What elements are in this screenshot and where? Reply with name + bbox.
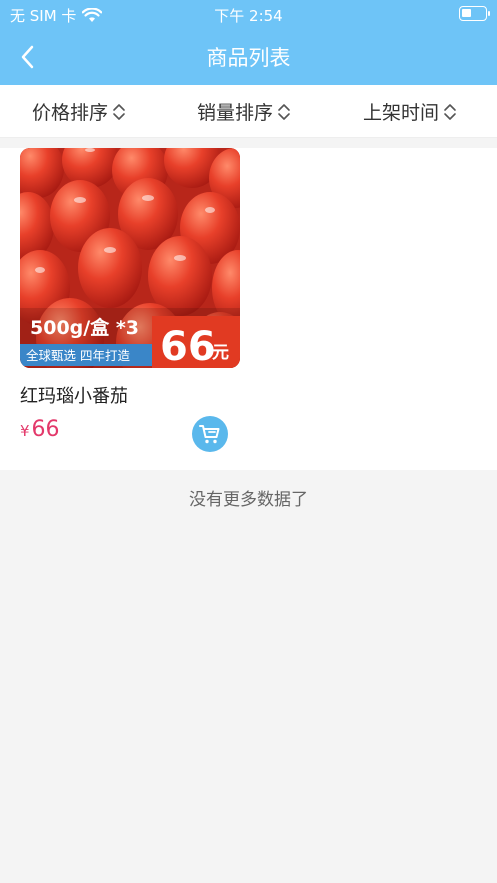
currency-symbol: ¥ bbox=[20, 422, 30, 440]
nav-bar: 商品列表 bbox=[0, 28, 497, 85]
product-photo: 500g/盒 *3 全球甄选 四年打造 66 元 bbox=[20, 148, 240, 368]
image-price-tag: 66 bbox=[160, 324, 216, 368]
product-image[interactable]: 500g/盒 *3 全球甄选 四年打造 66 元 bbox=[20, 148, 240, 368]
product-card[interactable]: 500g/盒 *3 全球甄选 四年打造 66 元 红玛瑙小番茄 ¥ 66 bbox=[20, 148, 240, 458]
price-value: 66 bbox=[31, 417, 60, 442]
no-more-data-text: 没有更多数据了 bbox=[189, 490, 308, 510]
image-tagline-text: 全球甄选 四年打造 bbox=[26, 348, 130, 363]
sort-label: 价格排序 bbox=[32, 102, 109, 124]
add-to-cart-button[interactable] bbox=[192, 416, 228, 452]
product-price: ¥ 66 bbox=[20, 417, 60, 442]
status-bar: 无 SIM 卡 下午 2:54 bbox=[0, 0, 497, 28]
image-spec-text: 500g/盒 *3 bbox=[30, 316, 139, 339]
sort-bar: 价格排序 销量排序 上架时间 bbox=[0, 85, 497, 138]
battery-icon bbox=[459, 6, 490, 21]
sort-label: 上架时间 bbox=[363, 102, 440, 124]
cart-icon bbox=[199, 425, 220, 444]
status-time: 下午 2:54 bbox=[214, 7, 283, 25]
sort-label: 销量排序 bbox=[197, 102, 274, 124]
product-name[interactable]: 红玛瑙小番茄 bbox=[20, 382, 128, 408]
sort-updown-icon bbox=[444, 103, 456, 120]
sort-updown-icon bbox=[113, 103, 125, 120]
chevron-left-icon bbox=[21, 45, 34, 69]
sort-by-price-button[interactable]: 价格排序 bbox=[32, 98, 126, 125]
product-grid: 500g/盒 *3 全球甄选 四年打造 66 元 红玛瑙小番茄 ¥ 66 bbox=[0, 148, 497, 470]
sort-by-listing-time-button[interactable]: 上架时间 bbox=[363, 98, 457, 125]
battery-level bbox=[462, 9, 472, 17]
sort-updown-icon bbox=[278, 103, 290, 120]
sort-by-sales-button[interactable]: 销量排序 bbox=[197, 98, 291, 125]
back-button[interactable] bbox=[12, 40, 46, 74]
page-title: 商品列表 bbox=[206, 46, 291, 70]
image-price-unit: 元 bbox=[212, 343, 229, 363]
